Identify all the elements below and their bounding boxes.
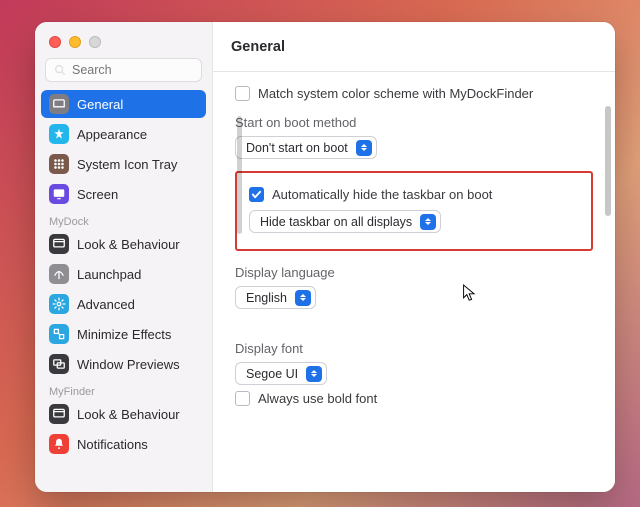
auto-hide-value: Hide taskbar on all displays	[260, 215, 412, 229]
auto-hide-label: Automatically hide the taskbar on boot	[272, 187, 492, 202]
screen-icon	[49, 184, 69, 204]
search-wrap	[35, 58, 212, 90]
sidebar-item-label: General	[77, 97, 123, 112]
sidebar-item-appearance[interactable]: Appearance	[41, 120, 206, 148]
close-window-button[interactable]	[49, 36, 61, 48]
window-controls	[35, 30, 212, 58]
sidebar-item-label: Notifications	[77, 437, 148, 452]
sidebar-item-label: Look & Behaviour	[77, 237, 180, 252]
display-font-select[interactable]: Segoe UI	[235, 362, 327, 385]
updown-icon	[295, 290, 311, 306]
auto-hide-select[interactable]: Hide taskbar on all displays	[249, 210, 441, 233]
sidebar-item-screen[interactable]: Screen	[41, 180, 206, 208]
sidebar: General Appearance System Icon Tray Screen M…	[35, 22, 213, 492]
match-color-label: Match system color scheme with MyDockFin…	[258, 86, 533, 101]
preferences-window: General Appearance System Icon Tray Screen M…	[35, 22, 615, 492]
sidebar-item-advanced[interactable]: Advanced	[41, 290, 206, 318]
notify-icon	[49, 434, 69, 454]
page-title: General	[213, 22, 615, 72]
sidebar-scrollbar[interactable]	[237, 116, 242, 234]
bold-font-row[interactable]: Always use bold font	[235, 391, 593, 406]
sidebar-item-label: Minimize Effects	[77, 327, 171, 342]
look-icon	[49, 404, 69, 424]
auto-hide-checkbox[interactable]	[249, 187, 264, 202]
sidebar-item-label: Screen	[77, 187, 118, 202]
start-on-boot-heading: Start on boot method	[235, 115, 593, 130]
content-scrollbar[interactable]	[605, 106, 611, 216]
display-font-value: Segoe UI	[246, 367, 298, 381]
content-scroll[interactable]: Match system color scheme with MyDockFin…	[213, 72, 615, 492]
match-color-checkbox[interactable]	[235, 86, 250, 101]
display-language-value: English	[246, 291, 287, 305]
sidebar-item-look-behaviour[interactable]: Look & Behaviour	[41, 400, 206, 428]
previews-icon	[49, 354, 69, 374]
sidebar-nav: General Appearance System Icon Tray Screen M…	[35, 90, 212, 492]
sidebar-item-label: Look & Behaviour	[77, 407, 180, 422]
sidebar-item-label: Appearance	[77, 127, 147, 142]
main-pane: General Match system color scheme with M…	[213, 22, 615, 492]
appearance-icon	[49, 124, 69, 144]
launchpad-icon	[49, 264, 69, 284]
general-icon	[49, 94, 69, 114]
sidebar-item-general[interactable]: General	[41, 90, 206, 118]
updown-icon	[420, 214, 436, 230]
minimize-window-button[interactable]	[69, 36, 81, 48]
updown-icon	[306, 366, 322, 382]
minimize-icon	[49, 324, 69, 344]
bold-font-checkbox[interactable]	[235, 391, 250, 406]
highlighted-group: Automatically hide the taskbar on boot H…	[235, 171, 593, 251]
match-color-row[interactable]: Match system color scheme with MyDockFin…	[235, 86, 593, 101]
sidebar-item-window-previews[interactable]: Window Previews	[41, 350, 206, 378]
sidebar-item-notifications[interactable]: Notifications	[41, 430, 206, 458]
sidebar-item-label: System Icon Tray	[77, 157, 177, 172]
zoom-window-button[interactable]	[89, 36, 101, 48]
display-language-select[interactable]: English	[235, 286, 316, 309]
start-on-boot-value: Don't start on boot	[246, 141, 348, 155]
bold-font-label: Always use bold font	[258, 391, 377, 406]
display-font-heading: Display font	[235, 341, 593, 356]
sidebar-item-label: Launchpad	[77, 267, 141, 282]
sidebar-item-system-icon-tray[interactable]: System Icon Tray	[41, 150, 206, 178]
display-language-heading: Display language	[235, 265, 593, 280]
search-input[interactable]	[45, 58, 202, 82]
sidebar-item-minimize-effects[interactable]: Minimize Effects	[41, 320, 206, 348]
tray-icon	[49, 154, 69, 174]
sidebar-section-label: MyDock	[41, 210, 206, 230]
start-on-boot-select[interactable]: Don't start on boot	[235, 136, 377, 159]
sidebar-item-launchpad[interactable]: Launchpad	[41, 260, 206, 288]
updown-icon	[356, 140, 372, 156]
advanced-icon	[49, 294, 69, 314]
look-icon	[49, 234, 69, 254]
auto-hide-row[interactable]: Automatically hide the taskbar on boot	[249, 187, 579, 202]
sidebar-item-look-behaviour[interactable]: Look & Behaviour	[41, 230, 206, 258]
sidebar-item-label: Window Previews	[77, 357, 180, 372]
sidebar-item-label: Advanced	[77, 297, 135, 312]
sidebar-section-label: MyFinder	[41, 380, 206, 400]
